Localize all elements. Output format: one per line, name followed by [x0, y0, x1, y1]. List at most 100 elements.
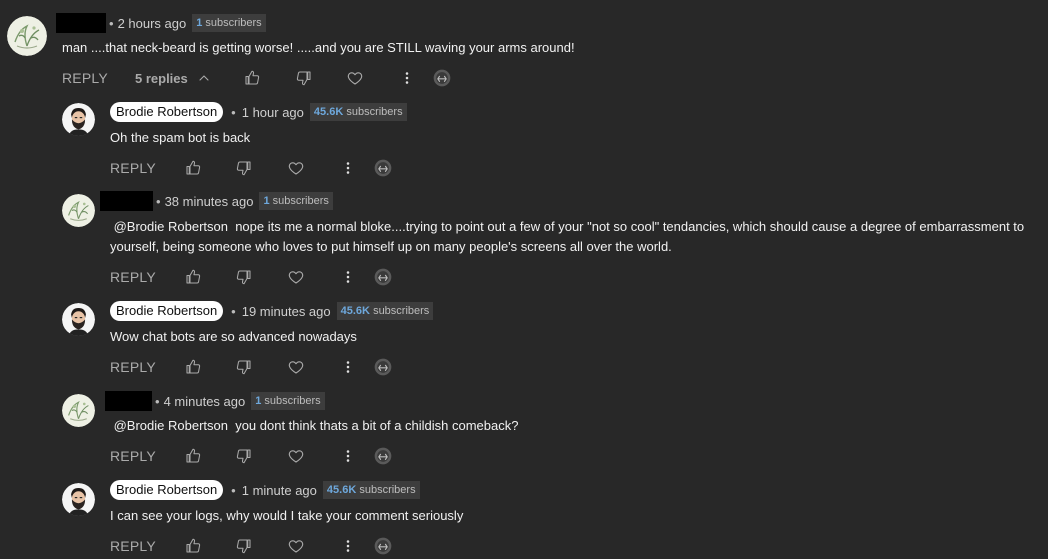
more-button[interactable]	[339, 156, 357, 180]
like-button[interactable]	[184, 265, 202, 289]
heart-button[interactable]	[287, 265, 305, 289]
more-button[interactable]	[339, 265, 357, 289]
subscriber-count: 1	[255, 395, 262, 407]
author-name[interactable]: Brodie Robertson	[110, 102, 224, 122]
dislike-button[interactable]	[295, 66, 313, 90]
extension-button[interactable]	[373, 534, 393, 558]
author-name[interactable]: Brodie Robertson	[110, 301, 224, 321]
thumbs-up-icon	[184, 268, 202, 286]
thumbs-down-icon	[235, 447, 253, 465]
more-button[interactable]	[339, 355, 357, 379]
like-button[interactable]	[184, 156, 202, 180]
more-vertical-icon	[339, 447, 357, 465]
heart-button[interactable]	[346, 66, 364, 90]
redacted-username	[105, 391, 152, 411]
separator-dot: •	[231, 303, 236, 319]
avatar[interactable]	[62, 483, 95, 516]
more-vertical-icon	[339, 268, 357, 286]
comment-meta: • 2 hours ago 1 subscribers	[56, 13, 266, 33]
comment-text: Wow chat bots are so advanced nowadays	[110, 329, 357, 344]
comment-time[interactable]: 19 minutes ago	[242, 304, 331, 319]
avatar[interactable]	[7, 16, 47, 56]
thumbs-up-icon	[184, 447, 202, 465]
comment-actions: REPLY	[110, 355, 410, 379]
reply-button[interactable]: REPLY	[110, 534, 156, 558]
like-button[interactable]	[184, 534, 202, 558]
more-vertical-icon	[398, 69, 416, 87]
more-vertical-icon	[339, 537, 357, 555]
subscriber-label: subscribers	[205, 17, 262, 29]
redacted-username	[100, 191, 153, 211]
separator-dot: •	[109, 15, 114, 31]
heart-icon	[287, 537, 305, 555]
comment-time[interactable]: 2 hours ago	[118, 16, 187, 31]
reply-button[interactable]: REPLY	[110, 156, 156, 180]
dislike-button[interactable]	[235, 444, 253, 468]
reply-button[interactable]: REPLY	[110, 355, 156, 379]
heart-button[interactable]	[287, 534, 305, 558]
extension-button[interactable]	[373, 265, 393, 289]
subscriber-count: 1	[263, 195, 270, 207]
replies-toggle-button[interactable]: 5 replies	[135, 66, 212, 90]
comment-text: I can see your logs, why would I take yo…	[110, 508, 464, 523]
reply-button[interactable]: REPLY	[110, 265, 156, 289]
subscriber-count: 45.6K	[340, 305, 370, 317]
author-name[interactable]: Brodie Robertson	[110, 480, 224, 500]
avatar[interactable]	[62, 394, 95, 427]
heart-icon	[287, 358, 305, 376]
reply-button[interactable]: REPLY	[110, 444, 156, 468]
separator-dot: •	[155, 393, 160, 409]
comment-time[interactable]: 4 minutes ago	[164, 394, 246, 409]
thumbs-down-icon	[295, 69, 313, 87]
more-button[interactable]	[339, 444, 357, 468]
extension-button[interactable]	[373, 355, 393, 379]
extension-badge-icon	[373, 357, 393, 377]
avatar[interactable]	[62, 303, 95, 336]
comment-time[interactable]: 38 minutes ago	[165, 194, 254, 209]
comment-text-line: yourself, being someone who loves to put…	[110, 239, 672, 254]
heart-button[interactable]	[287, 355, 305, 379]
comment-time[interactable]: 1 hour ago	[242, 105, 304, 120]
more-vertical-icon	[339, 358, 357, 376]
like-button[interactable]	[184, 355, 202, 379]
reply-button[interactable]: REPLY	[62, 66, 108, 90]
thumbs-down-icon	[235, 268, 253, 286]
comment-actions: REPLY	[110, 156, 410, 180]
subscriber-count: 45.6K	[313, 106, 344, 118]
avatar[interactable]	[62, 103, 95, 136]
reply-item: Brodie Robertson • 1 hour ago 45.6K subs…	[0, 95, 1048, 185]
heart-button[interactable]	[287, 444, 305, 468]
more-button[interactable]	[339, 534, 357, 558]
dislike-button[interactable]	[235, 156, 253, 180]
dislike-button[interactable]	[235, 534, 253, 558]
thumbs-down-icon	[235, 537, 253, 555]
comment-top: • 2 hours ago 1 subscribers man ....that…	[0, 0, 1048, 95]
heart-button[interactable]	[287, 156, 305, 180]
extension-button[interactable]	[432, 66, 452, 90]
more-vertical-icon	[339, 159, 357, 177]
extension-button[interactable]	[373, 444, 393, 468]
heart-icon	[287, 447, 305, 465]
subscriber-badge: 45.6K subscribers	[336, 302, 434, 320]
like-button[interactable]	[184, 444, 202, 468]
extension-badge-icon	[432, 68, 452, 88]
comment-meta: • 4 minutes ago 1 subscribers	[105, 391, 325, 411]
comment-time[interactable]: 1 minute ago	[242, 483, 317, 498]
comment-text: @Brodie Robertson nope its me a normal b…	[110, 217, 1024, 257]
subscriber-label: subscribers	[264, 395, 321, 407]
subscriber-label: subscribers	[272, 195, 329, 207]
like-button[interactable]	[243, 66, 261, 90]
reply-item: Brodie Robertson • 1 minute ago 45.6K su…	[0, 475, 1048, 559]
extension-button[interactable]	[373, 156, 393, 180]
subscriber-badge: 1 subscribers	[259, 192, 333, 210]
dislike-button[interactable]	[235, 265, 253, 289]
more-button[interactable]	[398, 66, 416, 90]
thumbs-up-icon	[184, 358, 202, 376]
thumbs-up-icon	[184, 537, 202, 555]
reply-item: Brodie Robertson • 19 minutes ago 45.6K …	[0, 295, 1048, 385]
subscriber-badge: 45.6K subscribers	[322, 481, 420, 499]
dislike-button[interactable]	[235, 355, 253, 379]
comment-meta: Brodie Robertson • 19 minutes ago 45.6K …	[110, 301, 434, 321]
avatar[interactable]	[62, 194, 95, 227]
subscriber-badge: 1 subscribers	[251, 392, 325, 410]
